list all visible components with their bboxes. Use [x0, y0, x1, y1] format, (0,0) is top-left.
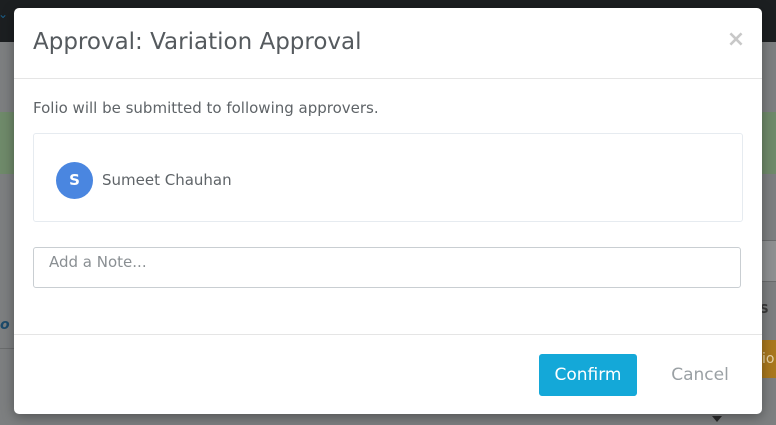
modal-footer: Confirm Cancel — [14, 334, 762, 414]
background-left-text: o — [0, 317, 10, 333]
caret-down-icon — [712, 416, 722, 422]
background-divider-left — [0, 348, 14, 349]
close-icon[interactable]: × — [726, 29, 746, 51]
modal-header: Approval: Variation Approval × — [14, 8, 762, 79]
modal-title: Approval: Variation Approval — [33, 29, 362, 55]
avatar: S — [56, 162, 93, 199]
cancel-button[interactable]: Cancel — [654, 354, 746, 396]
modal-body: Folio will be submitted to following app… — [14, 79, 762, 334]
note-input[interactable] — [33, 247, 741, 288]
intro-text: Folio will be submitted to following app… — [33, 99, 379, 117]
confirm-button[interactable]: Confirm — [539, 354, 637, 396]
approval-modal: Approval: Variation Approval × Folio wil… — [14, 8, 762, 414]
approvers-list: S Sumeet Chauhan — [33, 133, 743, 222]
chevron-down-icon: ⌄ — [0, 7, 9, 21]
approver-name: Sumeet Chauhan — [102, 171, 232, 189]
background-input — [760, 240, 776, 282]
